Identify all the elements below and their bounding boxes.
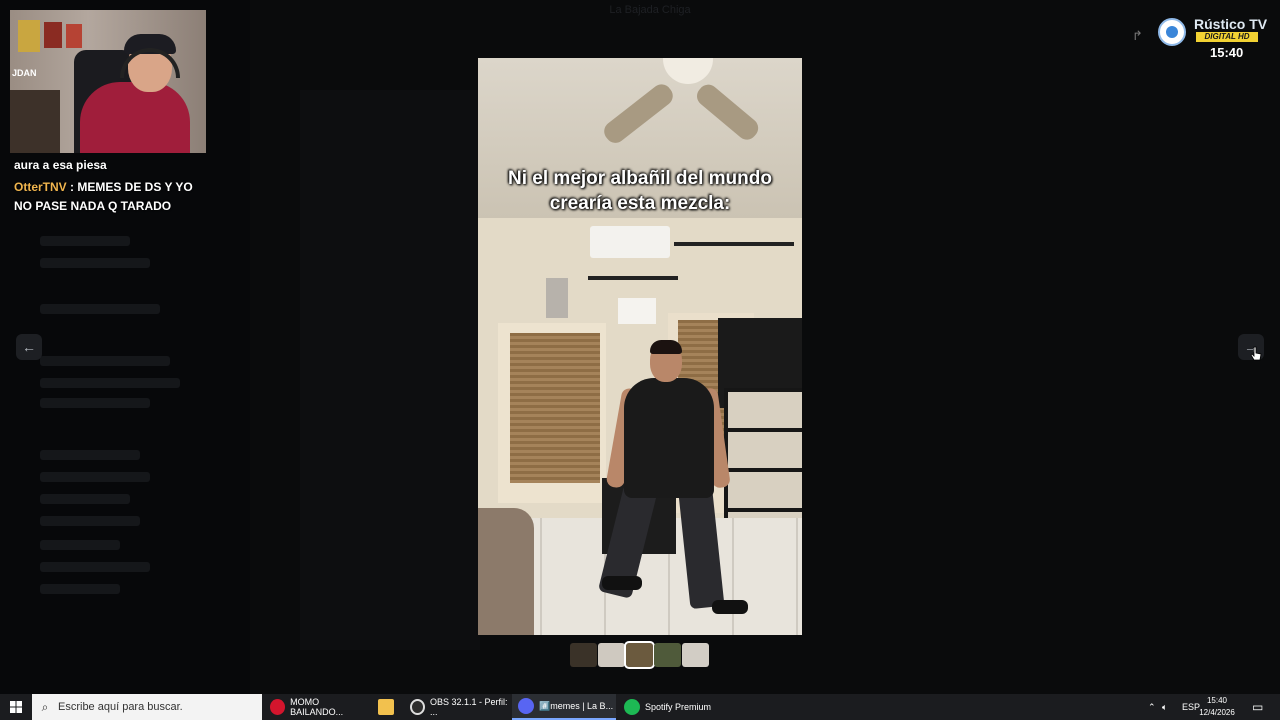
chat-text: aura a esa piesa	[14, 158, 107, 172]
taskbar-item-label: OBS 32.1.1 - Perfil: ...	[429, 697, 508, 717]
chevron-up-icon: ⌃	[1148, 701, 1156, 712]
chat-username: OtterTNV	[14, 180, 67, 194]
chat-message: OtterTNV : MEMES DE DS Y YO NO PASE NADA…	[14, 178, 204, 216]
show-hidden-icons-button[interactable]: ⌃	[1148, 694, 1156, 720]
search-placeholder: Escribe aquí para buscar.	[58, 701, 183, 713]
taskbar-item-obs[interactable]: OBS 32.1.1 - Perfil: ...	[404, 694, 510, 720]
window-title: La Bajada Chiga	[609, 4, 691, 16]
notification-icon: ▭	[1252, 700, 1264, 714]
media-thumbnail[interactable]	[570, 643, 597, 667]
streamer-webcam: JDAN	[10, 10, 206, 153]
share-icon[interactable]: ↱	[1132, 28, 1156, 48]
mouse-pointer-icon	[1250, 346, 1262, 361]
cam-label: JDAN	[12, 68, 37, 78]
start-button[interactable]	[0, 694, 32, 720]
media-thumbnail[interactable]	[654, 643, 681, 667]
file-explorer-icon	[378, 699, 394, 715]
taskbar-item-file-explorer[interactable]	[372, 694, 402, 720]
message-feed-dimmed	[300, 90, 480, 650]
media-viewer-video[interactable]: Ni el mejor albañil del mundo crearía es…	[478, 58, 802, 635]
windows-icon	[10, 701, 22, 713]
channel-name: Rústico TV	[1194, 16, 1268, 32]
digital-hd-badge: DIGITAL HD	[1196, 32, 1258, 42]
taskbar-item-label: #️⃣memes | La B...	[539, 700, 614, 711]
taskbar-item-spotify[interactable]: Spotify Premium	[618, 694, 714, 720]
discord-icon	[518, 698, 534, 714]
obs-icon	[410, 699, 425, 715]
clock-time: 15:40	[1206, 696, 1228, 705]
broadcast-clock: 15:40	[1210, 45, 1244, 60]
media-thumbnail[interactable]	[682, 643, 709, 667]
speaker-icon: 🔈︎	[1162, 701, 1168, 712]
taskbar-item-opera[interactable]: MOMO BAILANDO...	[264, 694, 370, 720]
logo-sun-icon	[1166, 26, 1178, 38]
video-caption: Ni el mejor albañil del mundo crearía es…	[508, 168, 772, 214]
taskbar-clock[interactable]: 15:40 12/4/2026	[1194, 695, 1240, 719]
arrow-left-icon: ←	[22, 339, 36, 355]
volume-button[interactable]: 🔈︎	[1162, 694, 1167, 720]
previous-media-button[interactable]: ←	[16, 334, 42, 360]
chat-message: aura a esa piesa	[14, 158, 107, 172]
opera-icon	[270, 699, 286, 715]
media-thumbnail[interactable]	[598, 643, 625, 667]
notifications-button[interactable]: ▭	[1252, 694, 1263, 720]
search-icon: ⌕	[41, 699, 49, 714]
taskbar-item-label: Spotify Premium	[645, 702, 712, 712]
taskbar-item-discord[interactable]: #️⃣memes | La B...	[512, 694, 616, 720]
clock-date: 12/4/2026	[1199, 708, 1235, 717]
media-thumbnail[interactable]	[624, 641, 655, 669]
taskbar-item-label: MOMO BAILANDO...	[290, 697, 344, 717]
taskbar-search-box[interactable]: ⌕ Escribe aquí para buscar.	[32, 694, 262, 720]
spotify-icon	[624, 699, 640, 715]
